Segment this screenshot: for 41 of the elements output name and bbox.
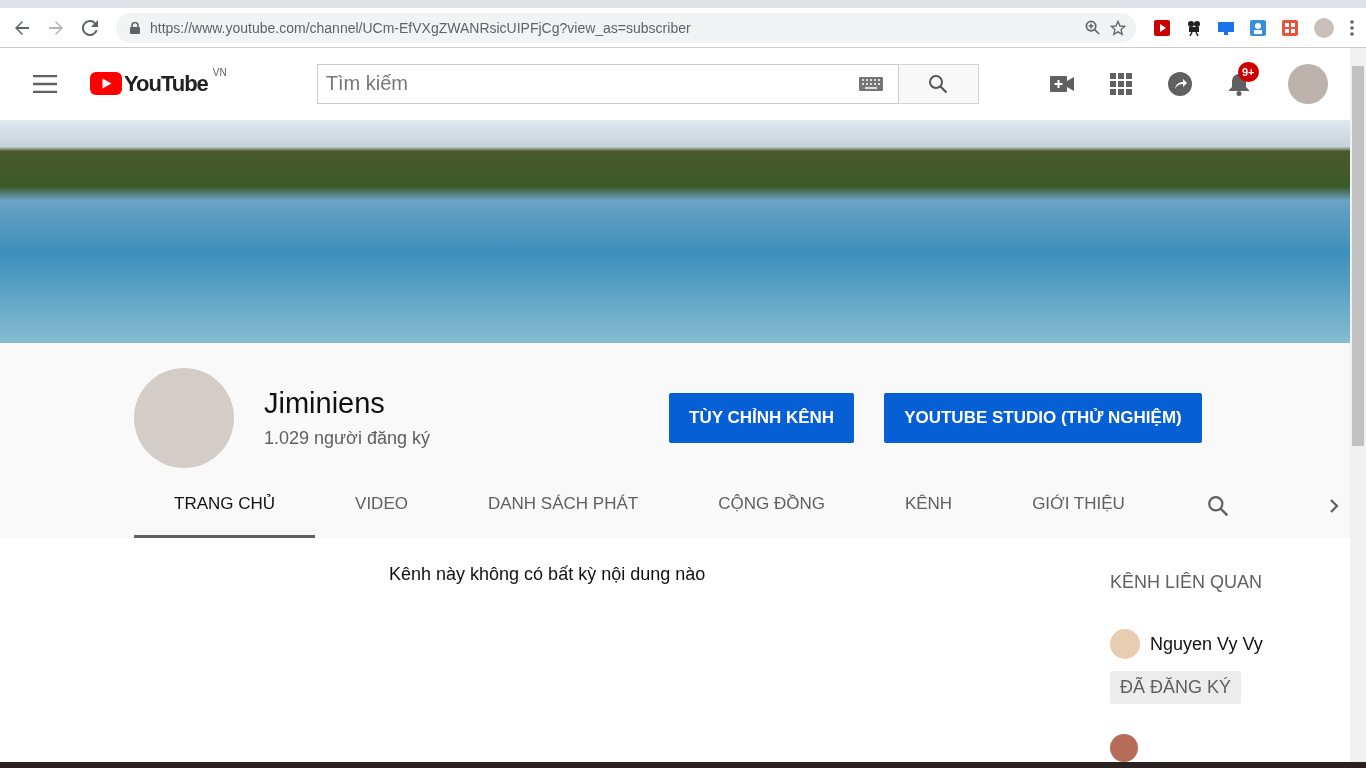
back-icon[interactable] [14, 19, 30, 36]
scrollbar-thumb[interactable] [1352, 66, 1364, 446]
id-card-extension-icon[interactable] [1250, 19, 1266, 36]
search-icon [928, 73, 949, 94]
search-button[interactable] [898, 63, 979, 104]
related-title: KÊNH LIÊN QUAN [1110, 572, 1263, 593]
channel-tab[interactable]: DANH SÁCH PHÁT [447, 473, 679, 538]
customize-channel-button[interactable]: TÙY CHỈNH KÊNH [669, 393, 855, 443]
subscriber-count: 1.029 người đăng ký [264, 428, 431, 449]
zoom-icon[interactable] [1085, 20, 1100, 35]
channel-name[interactable]: Nguyen Vy Vy [1150, 633, 1263, 655]
play-logo-icon[interactable] [90, 72, 122, 96]
channel-name: Jiminiens [264, 387, 386, 420]
grid-extension-icon[interactable] [1282, 19, 1298, 36]
film-camera-extension-icon[interactable] [1186, 19, 1202, 36]
search-icon[interactable] [1206, 494, 1229, 517]
apps-grid-icon[interactable] [1110, 72, 1132, 95]
lock-icon [130, 21, 140, 34]
monitor-extension-icon[interactable] [1218, 19, 1234, 36]
search-field[interactable]: Tìm kiếm [316, 63, 899, 104]
channel-tab[interactable]: TRANG CHỦ [134, 473, 316, 538]
scrollbar[interactable] [1350, 48, 1366, 762]
address-bar[interactable]: https://www.youtube.com/channel/UCm-EfVXgZWANRsicUIPFjCg?view_as=subscriber [116, 12, 1136, 43]
channel-avatar[interactable] [1110, 734, 1138, 762]
empty-message: Kênh này không có bất kỳ nội dung nào [389, 564, 706, 584]
more-icon[interactable] [1350, 19, 1354, 36]
studio-button[interactable]: YOUTUBE STUDIO (THỬ NGHIỆM) [884, 393, 1202, 443]
logo-wordmark[interactable]: YouTube [124, 70, 208, 97]
channel-tab[interactable]: VIDEO [315, 473, 448, 538]
video-camera-plus-icon[interactable] [1050, 75, 1074, 92]
subscribed-button[interactable]: ĐÃ ĐĂNG KÝ [1110, 671, 1242, 704]
channel-tab[interactable]: GIỚI THIỆU [992, 473, 1165, 538]
channel-tab[interactable]: KÊNH [864, 473, 993, 538]
chevron-right-icon[interactable] [1328, 497, 1339, 514]
notification-badge: 9+ [1238, 61, 1259, 82]
reload-icon[interactable] [82, 19, 98, 36]
channel-tab[interactable]: CỘNG ĐỒNG [678, 473, 865, 538]
region-label: VN [212, 66, 227, 78]
play-extension-icon[interactable] [1154, 19, 1170, 36]
star-icon[interactable] [1110, 19, 1126, 36]
menu-icon[interactable] [33, 74, 57, 93]
